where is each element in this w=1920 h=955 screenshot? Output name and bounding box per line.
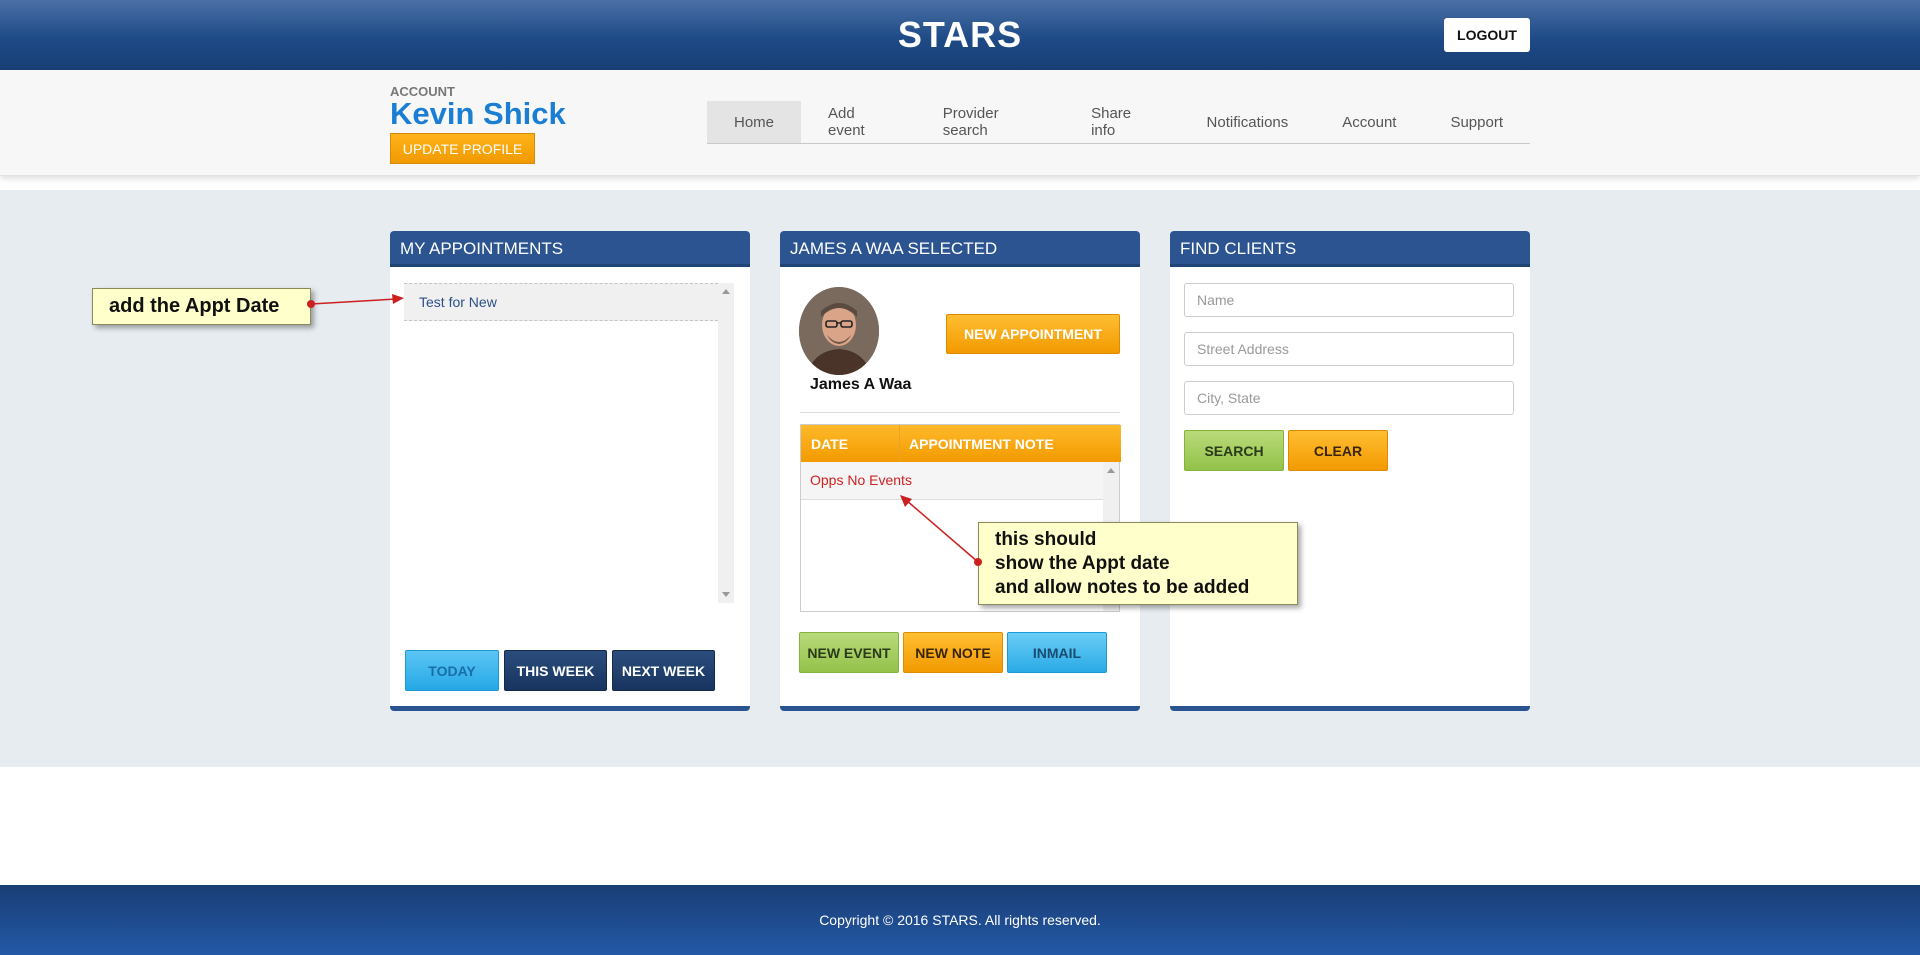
panel-title: FIND CLIENTS	[1170, 231, 1530, 267]
scroll-up-icon[interactable]	[722, 289, 730, 294]
search-button[interactable]: SEARCH	[1184, 430, 1284, 471]
new-appointment-button[interactable]: NEW APPOINTMENT	[946, 314, 1120, 354]
table-row: Opps No Events	[801, 462, 1103, 500]
annotation-callout-appt-date: add the Appt Date	[92, 288, 311, 325]
today-button[interactable]: TODAY	[405, 650, 499, 691]
name-input[interactable]	[1184, 283, 1514, 317]
main-nav: Home Add event Provider search Share inf…	[707, 101, 1530, 144]
column-header-note[interactable]: APPOINTMENT NOTE	[909, 436, 1054, 452]
new-note-button[interactable]: NEW NOTE	[903, 632, 1003, 673]
inmail-button[interactable]: INMAIL	[1007, 632, 1107, 673]
street-address-input[interactable]	[1184, 332, 1514, 366]
logout-button[interactable]: LOGOUT	[1444, 18, 1530, 52]
next-week-button[interactable]: NEXT WEEK	[612, 650, 715, 691]
nav-item-provider-search[interactable]: Provider search	[916, 101, 1064, 143]
nav-item-home[interactable]: Home	[707, 101, 802, 143]
annotation-text: this should	[995, 529, 1097, 550]
my-appointments-panel: MY APPOINTMENTS Test for New TODAY THIS …	[390, 231, 750, 711]
scrollbar[interactable]	[718, 283, 734, 603]
scroll-up-icon[interactable]	[1107, 468, 1115, 473]
account-name: Kevin Shick	[390, 96, 566, 131]
find-clients-panel: FIND CLIENTS SEARCH CLEAR	[1170, 231, 1530, 711]
clear-button[interactable]: CLEAR	[1288, 430, 1388, 471]
panel-title: JAMES A WAA SELECTED	[780, 231, 1140, 267]
annotation-text: add the Appt Date	[109, 295, 280, 317]
this-week-button[interactable]: THIS WEEK	[504, 650, 607, 691]
city-state-input[interactable]	[1184, 381, 1514, 415]
new-event-button[interactable]: NEW EVENT	[799, 632, 899, 673]
nav-item-account[interactable]: Account	[1315, 101, 1423, 143]
app-title: STARS	[897, 14, 1023, 55]
scroll-down-icon[interactable]	[722, 592, 730, 597]
copyright-text: Copyright © 2016 STARS. All rights reser…	[819, 912, 1101, 928]
divider	[800, 412, 1120, 413]
list-item[interactable]: Test for New	[404, 283, 718, 321]
nav-item-share-info[interactable]: Share info	[1064, 101, 1179, 143]
nav-item-support[interactable]: Support	[1423, 101, 1530, 143]
panel-title: MY APPOINTMENTS	[390, 231, 750, 267]
annotation-text: show the Appt date	[995, 553, 1170, 574]
annotation-text: and allow notes to be added	[995, 577, 1250, 598]
annotation-callout-notes: this should show the Appt date and allow…	[978, 522, 1298, 605]
avatar	[799, 287, 879, 375]
nav-item-add-event[interactable]: Add event	[801, 101, 916, 143]
client-name: James A Waa	[810, 376, 912, 393]
update-profile-button[interactable]: UPDATE PROFILE	[390, 133, 535, 164]
footer: Copyright © 2016 STARS. All rights reser…	[0, 885, 1920, 955]
column-divider	[899, 425, 900, 462]
column-header-date[interactable]: DATE	[811, 436, 848, 452]
table-header: DATE APPOINTMENT NOTE	[801, 425, 1121, 462]
appointments-list: Test for New	[404, 283, 734, 603]
top-bar: STARS LOGOUT	[0, 0, 1920, 70]
nav-item-notifications[interactable]: Notifications	[1180, 101, 1316, 143]
selected-client-panel: JAMES A WAA SELECTED James A Waa NEW APP…	[780, 231, 1140, 711]
